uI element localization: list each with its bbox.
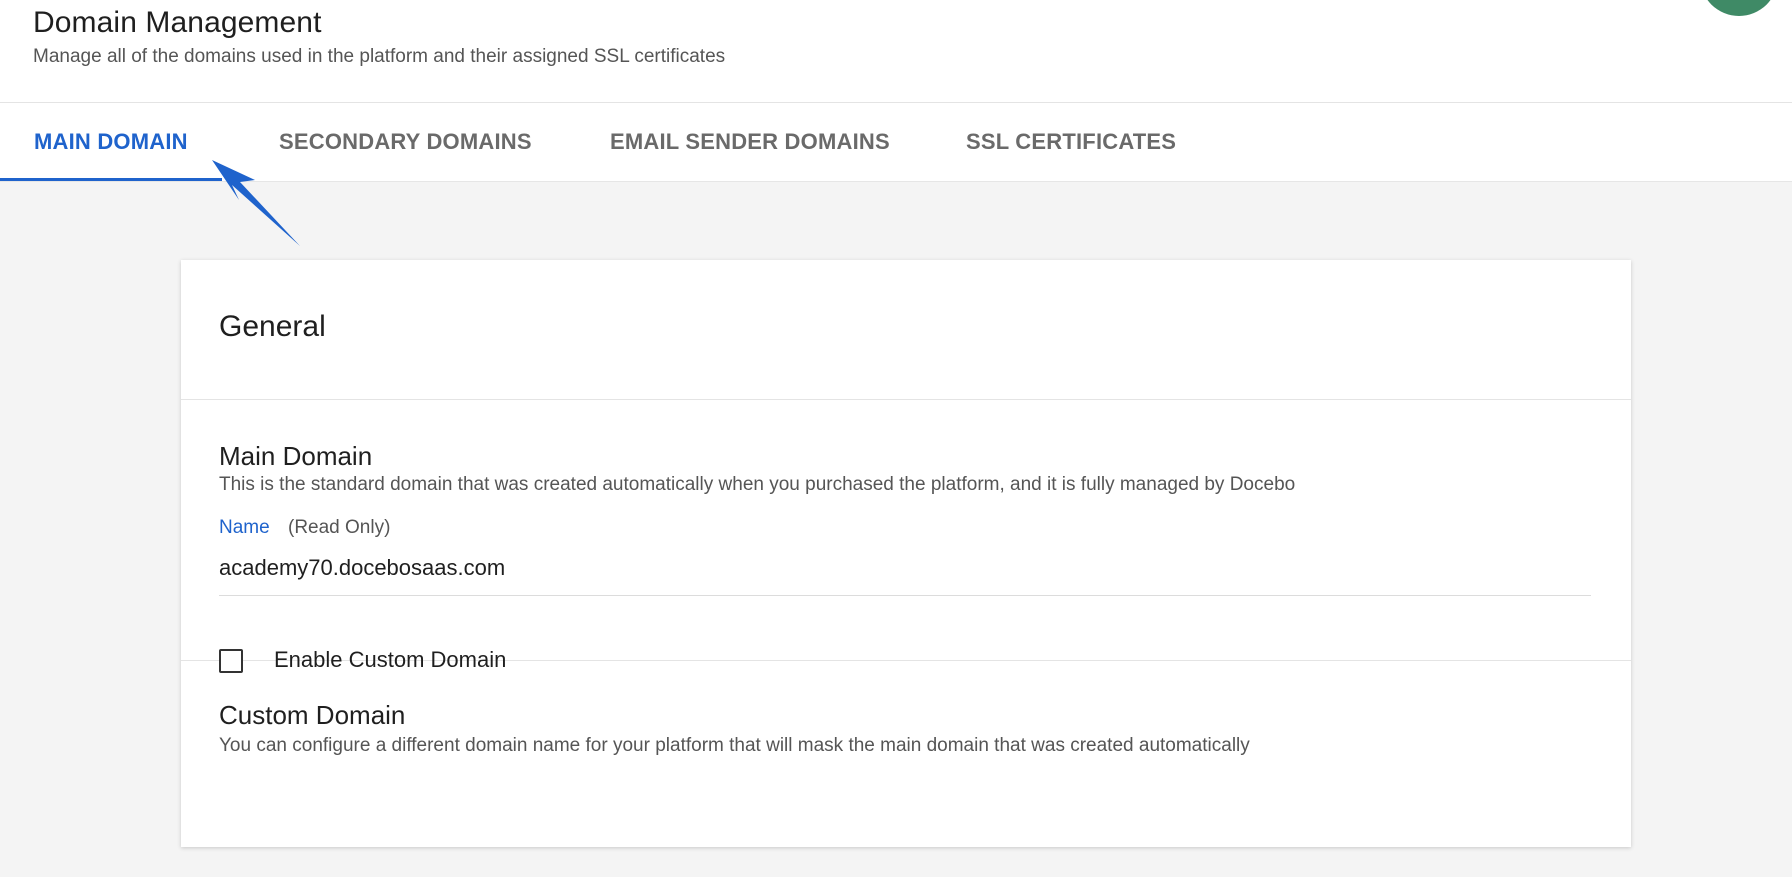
name-field-label: Name [219, 517, 270, 538]
custom-domain-section: Custom Domain You can configure a differ… [181, 661, 1631, 847]
page-header: Domain Management Manage all of the doma… [0, 0, 1792, 103]
general-title: General [219, 310, 326, 343]
custom-domain-title: Custom Domain [219, 700, 406, 730]
main-domain-description: This is the standard domain that was cre… [219, 474, 1296, 495]
tab-secondary-domains[interactable]: SECONDARY DOMAINS [279, 103, 532, 181]
page-title: Domain Management [33, 6, 322, 39]
user-avatar[interactable] [1700, 0, 1778, 16]
page-subtitle: Manage all of the domains used in the pl… [33, 46, 726, 67]
main-domain-title: Main Domain [219, 441, 373, 471]
main-domain-name-field: academy70.docebosaas.com [219, 555, 1591, 596]
enable-custom-domain-checkbox[interactable] [219, 649, 243, 673]
tab-email-sender-domains[interactable]: EMAIL SENDER DOMAINS [610, 103, 890, 181]
general-section: General [181, 260, 1631, 400]
read-only-hint: (Read Only) [288, 517, 391, 538]
tab-main-domain[interactable]: MAIN DOMAIN [34, 103, 188, 181]
active-tab-indicator [0, 178, 222, 181]
arrow-pointer-icon [212, 160, 300, 246]
general-card: General Main Domain This is the standard… [181, 260, 1631, 847]
custom-domain-description: You can configure a different domain nam… [219, 735, 1250, 756]
tab-ssl-certificates[interactable]: SSL CERTIFICATES [966, 103, 1176, 181]
main-domain-section: Main Domain This is the standard domain … [181, 400, 1631, 661]
enable-custom-domain-label[interactable]: Enable Custom Domain [274, 647, 506, 673]
